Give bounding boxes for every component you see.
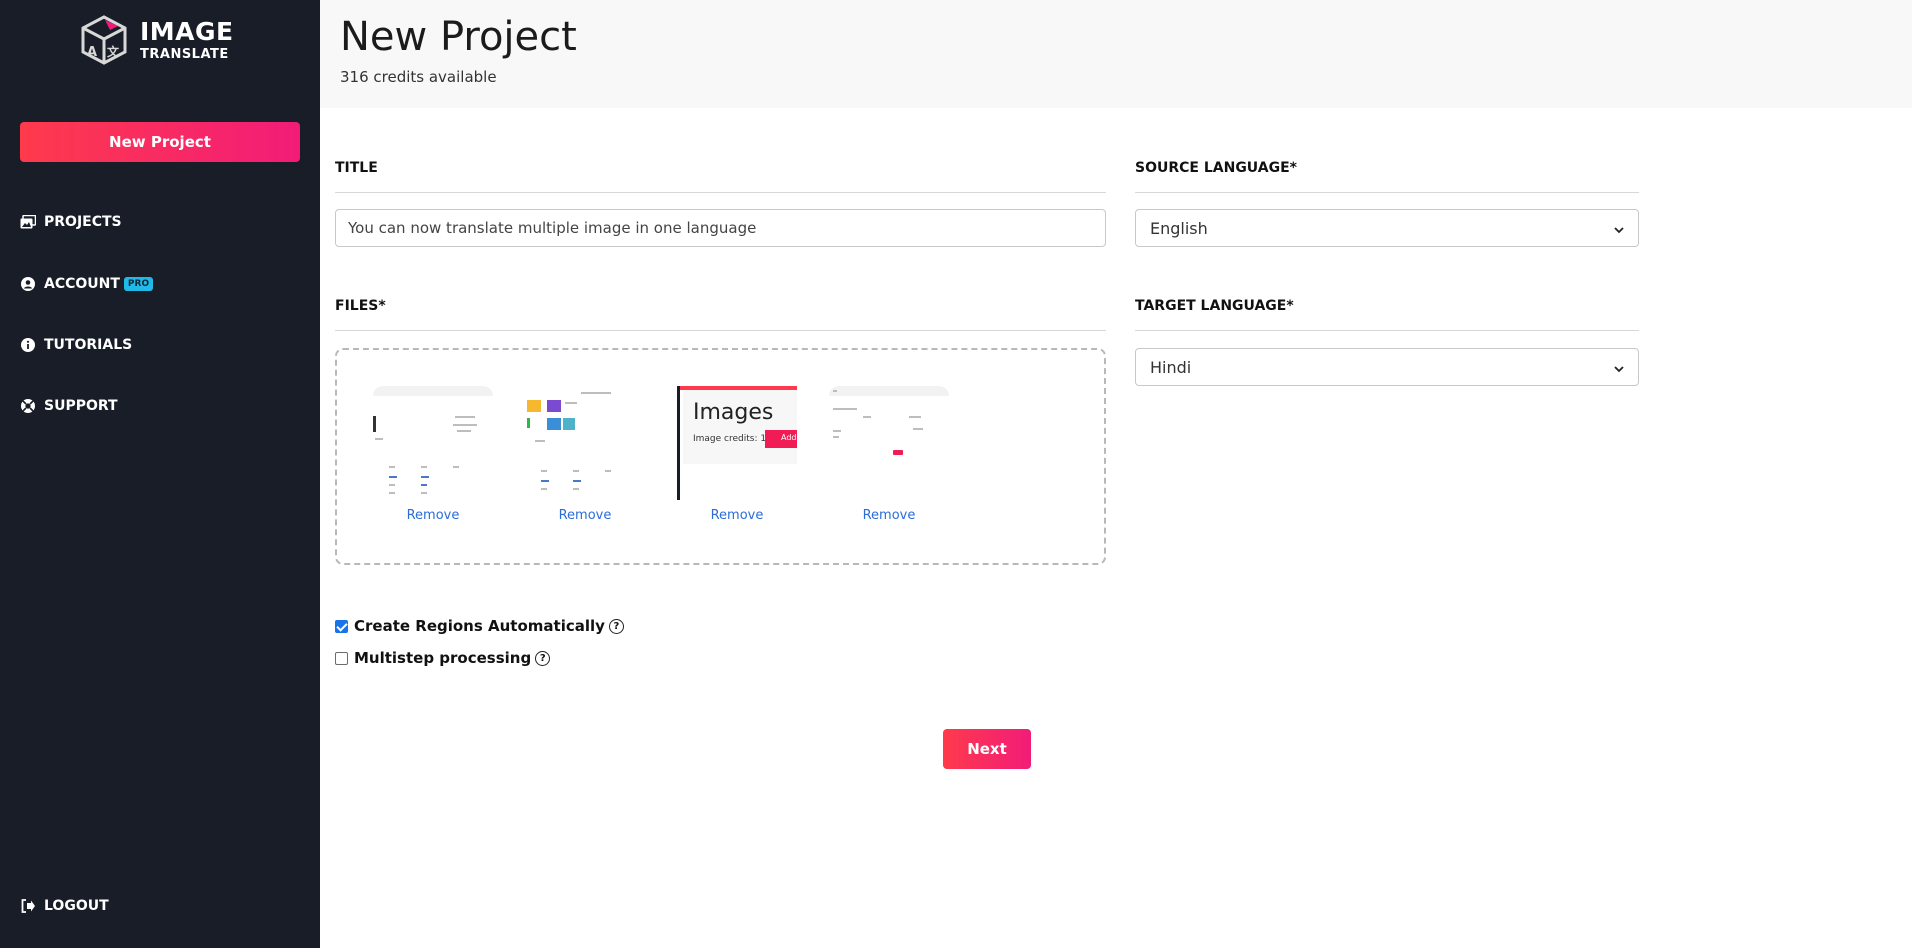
source-language-select[interactable]: English [1135,209,1639,247]
sidebar-item-projects[interactable]: PROJECTS [20,214,122,230]
sidebar-item-label: TUTORIALS [44,337,133,353]
page-title: New Project [340,14,577,60]
svg-text:A: A [87,45,97,60]
brand-logo[interactable]: A 文 IMAGE TRANSLATE [78,14,234,66]
pro-badge: PRO [123,277,154,291]
files-label: FILES* [335,298,386,314]
remove-file-button[interactable]: Remove [373,508,493,523]
sidebar-item-label: PROJECTS [44,214,122,230]
sidebar-item-account[interactable]: ACCOUNT PRO [20,276,154,292]
sidebar-item-label: SUPPORT [44,398,118,414]
create-regions-option[interactable]: Create Regions Automatically ? [335,617,624,635]
remove-file-button[interactable]: Remove [525,508,645,523]
svg-text:文: 文 [107,44,120,59]
file-thumbnail: Images Image credits: 1 Add [677,386,797,500]
help-icon[interactable]: ? [608,618,624,634]
files-divider [335,330,1106,331]
remove-file-button[interactable]: Remove [677,508,797,523]
preview-title: Images [693,400,774,425]
sidebar-item-tutorials[interactable]: TUTORIALS [20,337,132,353]
new-project-button[interactable]: New Project [20,122,300,162]
remove-file-button[interactable]: Remove [829,508,949,523]
title-input[interactable]: You can now translate multiple image in … [335,209,1106,247]
preview-credits: Image credits: 1 [693,434,767,444]
chevron-down-icon [1614,358,1624,377]
file-thumbnail [829,386,949,500]
images-icon [20,214,36,230]
brand-line-1: IMAGE [140,17,234,46]
info-circle-icon [20,337,36,353]
logout-label: LOGOUT [44,898,109,914]
source-language-divider [1135,192,1639,193]
user-circle-icon [20,276,36,292]
title-divider [335,192,1106,193]
target-language-label: TARGET LANGUAGE* [1135,298,1294,314]
multistep-label: Multistep processing [354,649,532,667]
brand-line-2: TRANSLATE [140,47,229,62]
logout-icon [20,898,36,914]
create-regions-checkbox[interactable] [335,619,348,633]
help-icon[interactable]: ? [535,650,551,666]
sidebar-item-label: ACCOUNT [44,276,120,292]
next-button[interactable]: Next [943,729,1031,769]
credits-available: 316 credits available [340,68,497,86]
file-thumbnail [373,386,493,500]
sidebar: A 文 IMAGE TRANSLATE New Project PROJECTS… [0,0,320,948]
preview-add-button: Add [765,430,797,448]
sidebar-item-support[interactable]: SUPPORT [20,398,118,414]
logout-link[interactable]: LOGOUT [20,898,109,914]
source-language-value: English [1150,218,1208,238]
multistep-option[interactable]: Multistep processing ? [335,649,551,667]
target-language-select[interactable]: Hindi [1135,348,1639,386]
logo-cube-icon: A 文 [81,15,127,65]
file-thumbnail [525,386,645,500]
lifebuoy-icon [20,398,36,414]
source-language-label: SOURCE LANGUAGE* [1135,160,1297,176]
target-language-divider [1135,330,1639,331]
page-header: New Project 316 credits available [320,0,1912,108]
multistep-checkbox[interactable] [335,651,348,665]
title-label: TITLE [335,160,378,176]
chevron-down-icon [1614,219,1624,238]
target-language-value: Hindi [1150,357,1192,377]
create-regions-label: Create Regions Automatically [354,617,605,635]
